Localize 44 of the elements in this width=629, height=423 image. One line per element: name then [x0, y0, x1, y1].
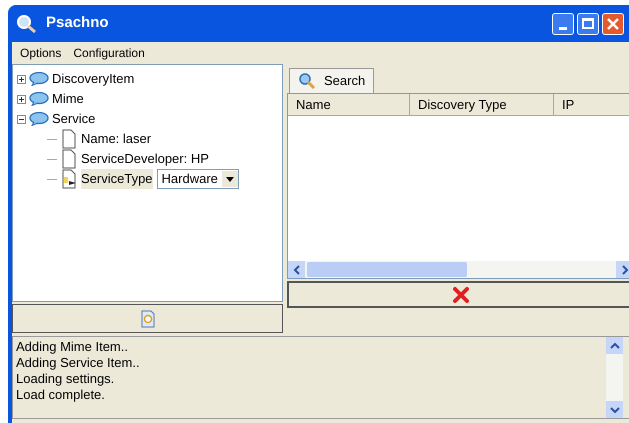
- vertical-scrollbar[interactable]: [606, 337, 623, 418]
- expand-toggle[interactable]: [17, 94, 26, 104]
- document-icon: [61, 129, 77, 149]
- collapse-toggle[interactable]: [17, 114, 26, 124]
- log-line: Loading settings.: [16, 371, 116, 387]
- speech-bubble-icon: [29, 92, 49, 106]
- column-header[interactable]: IP: [554, 94, 629, 116]
- document-icon: [61, 149, 77, 169]
- speech-bubble-icon: [29, 112, 49, 126]
- search-tab[interactable]: Search: [289, 68, 374, 93]
- tree-item[interactable]: Service: [52, 109, 96, 129]
- menu-item[interactable]: Configuration: [73, 44, 145, 62]
- tree-item[interactable]: Name: laser: [81, 129, 152, 149]
- window-title: Psachno: [46, 13, 109, 34]
- speech-bubble-icon: [29, 72, 49, 86]
- tree-item[interactable]: ServiceDeveloper: HP: [81, 149, 209, 169]
- column-header[interactable]: Name: [288, 94, 410, 116]
- service-type-dropdown[interactable]: Hardware: [156, 169, 239, 189]
- scroll-down-icon[interactable]: [606, 401, 623, 418]
- menu-item[interactable]: Options: [20, 44, 62, 62]
- document-edit-icon: [61, 169, 77, 189]
- horizontal-scrollbar[interactable]: [288, 261, 629, 278]
- scroll-up-icon[interactable]: [606, 337, 623, 354]
- browse-button[interactable]: [12, 304, 283, 333]
- magnifier-icon: [16, 14, 38, 34]
- scroll-right-icon[interactable]: [616, 261, 629, 278]
- log-line: Adding Service Item..: [16, 355, 141, 371]
- tree-item[interactable]: DiscoveryItem: [52, 69, 134, 89]
- delete-button[interactable]: [287, 281, 629, 308]
- log-line: Adding Mime Item..: [16, 339, 129, 355]
- tree-item[interactable]: Mime: [52, 89, 84, 109]
- close-icon: [607, 18, 619, 30]
- delete-icon: [452, 286, 470, 304]
- maximize-button[interactable]: [577, 12, 599, 34]
- minimize-button[interactable]: [552, 12, 574, 34]
- close-button[interactable]: [602, 12, 624, 34]
- column-header[interactable]: Discovery Type: [410, 94, 554, 116]
- expand-toggle[interactable]: [17, 74, 26, 84]
- scroll-thumb[interactable]: [307, 262, 467, 277]
- scroll-left-icon[interactable]: [288, 261, 305, 278]
- magnifier-icon: [298, 73, 316, 89]
- document-search-icon: [140, 310, 156, 328]
- log-line: Load complete.: [16, 387, 106, 403]
- tree-item[interactable]: ServiceType: [81, 169, 153, 189]
